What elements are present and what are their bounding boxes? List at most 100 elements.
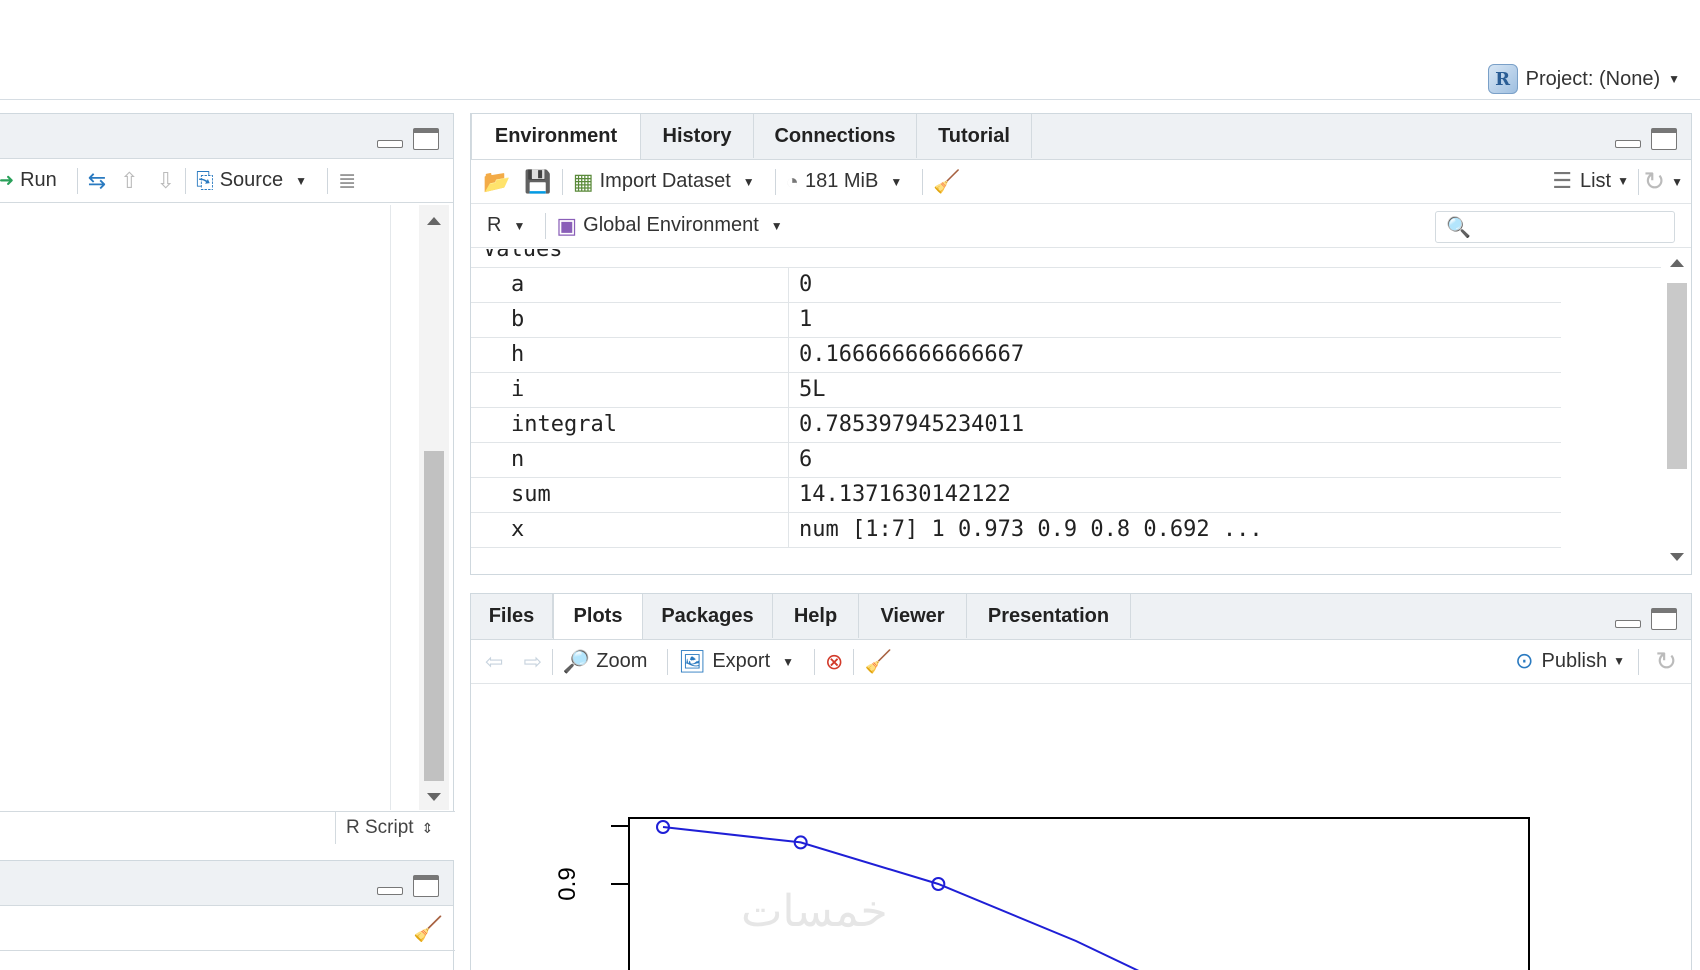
view-mode-selector[interactable]: ☰ List ▼ (1552, 168, 1629, 194)
toolbar-separator (922, 168, 924, 195)
broom-icon[interactable]: 🧹 (864, 649, 891, 675)
scroll-down-arrow-icon[interactable] (1670, 553, 1684, 561)
toolbar-separator (545, 212, 547, 239)
maximize-pane-button[interactable] (1651, 608, 1677, 630)
table-scrollbar[interactable] (1663, 249, 1691, 575)
chevron-down-icon: ▼ (782, 654, 795, 669)
environment-scope-bar: R ▼ ▣ Global Environment ▼ 🔍 (471, 204, 1691, 248)
tab-environment[interactable]: Environment (471, 114, 641, 159)
tab-help[interactable]: Help (773, 594, 859, 638)
run-arrow-icon: ➜ (0, 170, 15, 190)
source-pane-header (0, 114, 453, 159)
environment-selector[interactable]: ▣ Global Environment ▼ (556, 213, 782, 239)
project-label: Project: (None) (1525, 67, 1661, 90)
column-divider (788, 408, 789, 443)
zoom-button[interactable]: 🔎 Zoom (563, 649, 648, 675)
table-row[interactable]: n6 (471, 443, 1561, 478)
tab-history[interactable]: History (641, 114, 754, 158)
variable-value: 0.166666666666667 (799, 342, 1025, 367)
table-row[interactable]: x num [1:7] 1 0.973 0.9 0.8 0.692 ... (471, 513, 1561, 548)
forward-arrow-icon[interactable]: ⇨ (523, 649, 541, 675)
section-header-values: Values (483, 249, 563, 262)
table-row[interactable]: a0 (471, 268, 1561, 303)
editor-area[interactable] (0, 205, 391, 810)
remove-plot-icon[interactable]: ⊗ (825, 649, 843, 675)
chevron-down-icon: ▼ (295, 173, 307, 188)
maximize-pane-button[interactable] (1651, 128, 1677, 150)
table-row[interactable]: h 0.166666666666667 (471, 338, 1561, 373)
tab-packages[interactable]: Packages (643, 594, 773, 638)
console-pane: 🧹 (0, 860, 455, 970)
scroll-down-arrow-icon[interactable] (427, 793, 441, 801)
arrow-up-icon[interactable]: ⇧ (120, 168, 138, 194)
run-button[interactable]: ➜ Run (0, 169, 57, 192)
scrollbar-thumb[interactable] (1667, 283, 1687, 469)
tab-files[interactable]: Files (471, 594, 553, 638)
minimize-pane-button[interactable] (377, 887, 403, 895)
refresh-icon[interactable]: ↻ (1655, 646, 1677, 677)
import-dataset-button[interactable]: ▦ Import Dataset ▼ (573, 169, 755, 195)
import-dataset-label: Import Dataset (599, 170, 731, 192)
source-button[interactable]: ⎘ Source ▼ (196, 168, 307, 194)
source-toolbar: ➜ Run ⇆ ⇧ ⇩ ⎘ Source ▼ ≣ (0, 159, 453, 203)
save-icon[interactable]: 💾 (524, 169, 551, 195)
maximize-pane-button[interactable] (413, 128, 439, 150)
scroll-up-arrow-icon[interactable] (1670, 259, 1684, 267)
table-row[interactable]: sum 14.1371630142122 (471, 478, 1561, 513)
toolbar-separator (667, 648, 669, 675)
source-label: Source (219, 169, 284, 191)
toolbar-separator (774, 168, 776, 195)
refresh-button[interactable]: ↻ ▼ (1643, 166, 1683, 197)
tab-connections[interactable]: Connections (754, 114, 917, 158)
plots-toolbar: ⇦ ⇨ 🔎 Zoom 🖼 Export ▼ ⊗ 🧹 ⊙ Publish ▼ ↻ (471, 640, 1691, 684)
back-arrow-icon[interactable]: ⇦ (485, 649, 503, 675)
minimize-pane-button[interactable] (1615, 620, 1641, 628)
variable-name: sum (511, 482, 551, 507)
variable-value: 6 (799, 447, 813, 472)
table-row[interactable]: i 5L (471, 373, 1561, 408)
rerun-icon[interactable]: ⇆ (88, 168, 106, 194)
search-box[interactable]: 🔍 (1435, 211, 1675, 243)
editor-scrollbar[interactable] (419, 205, 449, 810)
chevron-down-icon: ▼ (742, 174, 755, 189)
line-series (656, 819, 1140, 970)
plot-canvas: 0.9 خمسات (554, 817, 1530, 970)
open-folder-icon[interactable]: 📂 (483, 169, 510, 195)
table-row[interactable]: integral 0.785397945234011 (471, 408, 1561, 443)
watermark: خمسات (741, 887, 888, 936)
r-project-icon: R (1487, 64, 1518, 94)
publish-button[interactable]: ⊙ Publish ▼ (1515, 648, 1625, 674)
scrollbar-thumb[interactable] (424, 451, 444, 781)
maximize-pane-button[interactable] (413, 875, 439, 897)
editor-status-bar: R Script ⇕ (0, 811, 455, 845)
export-button[interactable]: 🖼 Export ▼ (678, 649, 794, 675)
column-divider (788, 303, 789, 338)
environment-label: Global Environment (583, 214, 759, 236)
language-label: R (487, 214, 502, 236)
variable-name: n (511, 447, 525, 472)
search-input[interactable] (1478, 216, 1659, 238)
tab-presentation[interactable]: Presentation (967, 594, 1131, 638)
minimize-pane-button[interactable] (377, 140, 403, 148)
console-pane-header (0, 861, 453, 906)
y-axis: 0.9 (554, 825, 629, 901)
column-divider (788, 443, 789, 478)
tab-tutorial[interactable]: Tutorial (917, 114, 1032, 158)
chevron-down-icon: ▼ (1613, 654, 1625, 668)
memory-usage-button[interactable]: ◔ 181 MiB ▼ (786, 169, 903, 195)
outline-icon[interactable]: ≣ (338, 168, 356, 194)
table-row[interactable]: b1 (471, 303, 1561, 338)
tab-viewer[interactable]: Viewer (859, 594, 967, 638)
variable-name: integral (511, 412, 617, 437)
minimize-pane-button[interactable] (1615, 140, 1641, 148)
tab-plots[interactable]: Plots (553, 594, 643, 639)
arrow-down-icon[interactable]: ⇩ (157, 168, 175, 194)
language-selector[interactable]: R ▼ (487, 214, 525, 237)
column-divider (788, 373, 789, 408)
project-menu[interactable]: R Project: (None) ▼ (1487, 64, 1680, 94)
broom-icon[interactable]: 🧹 (413, 915, 443, 944)
run-label: Run (20, 169, 57, 191)
scroll-up-arrow-icon[interactable] (427, 217, 441, 225)
filetype-selector[interactable]: R Script ⇕ (335, 812, 453, 844)
broom-icon[interactable]: 🧹 (933, 169, 960, 195)
